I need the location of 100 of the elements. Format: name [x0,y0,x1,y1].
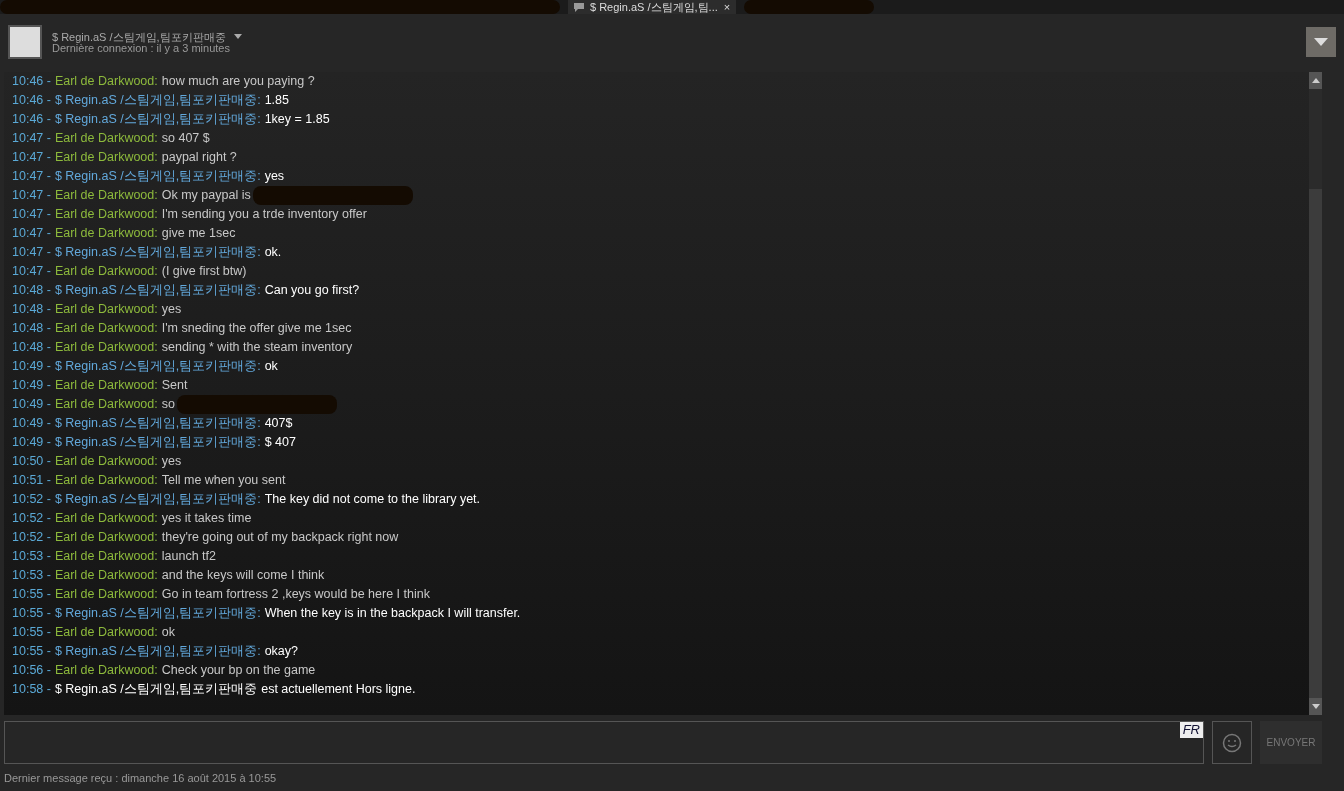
message-text: Can you go first? [264,282,360,299]
avatar-image [8,25,42,59]
sender-name: $ Regin.aS /스팀게임,팀포키판매중: [54,434,261,451]
sender-name: Earl de Darkwood: [54,662,158,679]
message-text: and the keys will come I think [161,567,325,584]
sender-name: $ Regin.aS /스팀게임,팀포키판매중: [54,168,261,185]
message-text: I'm sending you a trde inventory offer [161,206,367,223]
close-icon[interactable]: × [723,0,731,14]
message-time: 10:49 - [12,396,51,413]
smiley-icon [1222,732,1242,753]
message-time: 10:47 - [12,206,51,223]
caret-icon[interactable] [233,34,242,39]
message-time: 10:47 - [12,168,51,185]
message-text: Check your bp on the game [161,662,316,679]
last-message-text: Dernier message reçu : dimanche 16 août 2015 à 10:55 [4,771,278,786]
sender-name: Earl de Darkwood: [54,73,158,90]
message-text: ok [264,358,278,375]
sender-name: Earl de Darkwood: [54,510,158,527]
message-text: 407$ [264,415,293,432]
down-arrow-icon [1311,704,1320,709]
contact-name[interactable]: $ Regin.aS /스팀게임,팀포키판매중 [52,30,226,43]
message-time: 10:52 - [12,491,51,508]
sender-name: $ Regin.aS /스팀게임,팀포키판매중: [54,244,261,261]
menu-button[interactable] [1306,27,1336,57]
message-time: 10:49 - [12,358,51,375]
sender-name: Earl de Darkwood: [54,377,158,394]
sender-name: Earl de Darkwood: [54,130,158,147]
message-text: okay? [264,643,299,660]
emoticon-button[interactable] [1212,721,1252,764]
sender-name: $ Regin.aS /스팀게임,팀포키판매중 [54,681,258,698]
scroll-up-button[interactable] [1309,72,1322,89]
sender-name: $ Regin.aS /스팀게임,팀포키판매중: [54,111,261,128]
message-text: est actuellement Hors ligne. [261,681,416,698]
sender-name: Earl de Darkwood: [54,548,158,565]
sender-name: Earl de Darkwood: [54,624,158,641]
message-text: sending * with the steam inventory [161,339,353,356]
sender-name: Earl de Darkwood: [54,567,158,584]
message-time: 10:52 - [12,510,51,527]
message-text: (I give first btw) [161,263,247,280]
message-time: 10:47 - [12,244,51,261]
last-seen-text: Dernière connexion : il y a 3 minutes [52,42,231,54]
tab-label: $ Regin.aS /스팀게임,팀... [590,0,718,14]
message-time: 10:47 - [12,130,51,147]
message-text: so 407 $ [161,130,210,147]
message-text: $ 407 [264,434,296,451]
message-time: 10:55 - [12,605,51,622]
sender-name: Earl de Darkwood: [54,206,158,223]
message-text: Ok my paypal is [161,187,251,204]
message-text: so [161,396,175,413]
sender-name: Earl de Darkwood: [54,396,158,413]
message-time: 10:47 - [12,187,51,204]
message-time: 10:46 - [12,92,51,109]
message-time: 10:58 - [12,681,51,698]
sender-name: Earl de Darkwood: [54,320,158,337]
message-time: 10:55 - [12,624,51,641]
message-text: I'm sneding the offer give me 1sec [161,320,352,337]
chat-tab[interactable]: $ Regin.aS /스팀게임,팀... × [568,0,737,14]
message-text: launch tf2 [161,548,216,565]
message-text: When the key is in the backpack I will transfer. [264,605,521,622]
message-time: 10:52 - [12,529,51,546]
language-indicator: FR [1179,722,1203,738]
message-text: The key did not come to the library yet. [264,491,481,508]
message-time: 10:49 - [12,377,51,394]
message-input[interactable]: FR [4,721,1204,764]
message-time: 10:48 - [12,339,51,356]
message-text: Sent [161,377,188,394]
sender-name: Earl de Darkwood: [54,149,158,166]
message-text: how much are you paying ? [161,73,315,90]
sender-name: Earl de Darkwood: [54,472,158,489]
message-time: 10:48 - [12,282,51,299]
sender-name: Earl de Darkwood: [54,301,158,318]
message-text: 1key = 1.85 [264,111,330,128]
scrollbar-thumb[interactable] [1309,189,1322,698]
message-time: 10:50 - [12,453,51,470]
sender-name: $ Regin.aS /스팀게임,팀포키판매중: [54,605,261,622]
sender-name: $ Regin.aS /스팀게임,팀포키판매중: [54,415,261,432]
sender-name: Earl de Darkwood: [54,263,158,280]
message-time: 10:53 - [12,567,51,584]
message-time: 10:47 - [12,263,51,280]
sender-name: Earl de Darkwood: [54,225,158,242]
message-text: paypal right ? [161,149,237,166]
message-time: 10:55 - [12,643,51,660]
sender-name: Earl de Darkwood: [54,339,158,356]
message-time: 10:49 - [12,434,51,451]
message-time: 10:46 - [12,111,51,128]
message-text: ok [161,624,175,641]
message-text: 1.85 [264,92,289,109]
speech-bubble-icon [574,2,584,12]
scroll-down-button[interactable] [1309,698,1322,715]
sender-name: $ Regin.aS /스팀게임,팀포키판매중: [54,643,261,660]
message-text: Go in team fortress 2 ,keys would be here I think [161,586,430,603]
message-time: 10:53 - [12,548,51,565]
message-time: 10:47 - [12,225,51,242]
message-text: yes [161,453,182,470]
message-time: 10:48 - [12,301,51,318]
message-time: 10:56 - [12,662,51,679]
sender-name: $ Regin.aS /스팀게임,팀포키판매중: [54,358,261,375]
caret-icon [1314,38,1328,46]
message-text: yes [264,168,285,185]
message-time: 10:55 - [12,586,51,603]
